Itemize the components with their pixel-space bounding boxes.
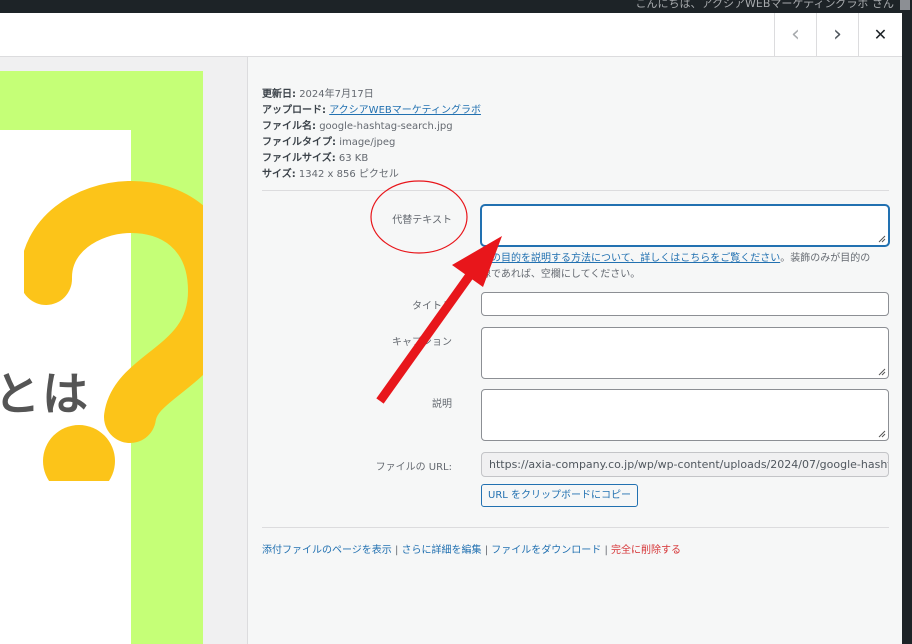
modal-header: ‹ › ✕ [0,13,902,57]
attachment-image: とは [0,71,203,644]
separator: | [601,545,612,556]
file-info: 更新日: 2024年7月17日 アップロード: アクシアWEBマーケティングラボ… [262,87,481,183]
page-edge [902,13,912,644]
description-label: 説明 [432,399,452,410]
avatar[interactable] [900,0,910,10]
updated-value: 2024年7月17日 [299,89,374,100]
next-button[interactable]: › [816,13,858,56]
uploader-link[interactable]: アクシアWEBマーケティングラボ [329,105,481,116]
alt-text-help-rest: 。装飾のみが目的の [780,253,871,264]
close-icon: ✕ [873,24,888,44]
close-button[interactable]: ✕ [858,13,902,56]
previous-button[interactable]: ‹ [774,13,816,56]
dimensions-value: 1342 x 856 ピクセル [298,169,399,180]
copy-url-button[interactable]: URL をクリップボードにコピー [481,484,639,507]
info-updated: 更新日: 2024年7月17日 [262,87,481,103]
info-filetype: ファイルタイプ: image/jpeg [262,135,481,151]
edit-more-details-link[interactable]: さらに詳細を編集 [402,545,482,556]
filesize-label: ファイルサイズ: [262,153,336,164]
separator: | [391,545,402,556]
info-filesize: ファイルサイズ: 63 KB [262,151,481,167]
updated-label: 更新日: [262,89,296,100]
alt-text-input[interactable] [481,205,889,246]
alt-text-help-link[interactable]: 像の目的を説明する方法について、詳しくはこちらをご覧ください [481,253,780,264]
filetype-value: image/jpeg [339,137,396,148]
info-dimensions: サイズ: 1342 x 856 ピクセル [262,167,481,183]
caption-label: キャプション [392,337,452,348]
dimensions-label: サイズ: [262,169,296,180]
download-file-link[interactable]: ファイルをダウンロード [491,545,601,556]
filetype-label: ファイルタイプ: [262,137,336,148]
file-url-input[interactable]: https://axia-company.co.jp/wp/wp-content… [481,452,889,477]
filesize-value: 63 KB [338,153,369,164]
filename-label: ファイル名: [262,121,316,132]
description-textarea[interactable] [481,389,889,441]
question-mark-graphic [24,181,203,481]
chevron-left-icon: ‹ [791,21,800,47]
divider [262,190,889,191]
resize-grip-icon [878,368,886,376]
title-label: タイトル [412,301,452,312]
media-preview-area: とは [0,57,247,644]
chevron-right-icon: › [833,21,842,47]
info-filename: ファイル名: google-hashtag-search.jpg [262,119,481,135]
attachment-actions: 添付ファイルのページを表示 | さらに詳細を編集 | ファイルをダウンロード |… [262,541,681,556]
alt-text-help: 像の目的を説明する方法について、詳しくはこちらをご覧ください。装飾のみが目的の … [481,251,889,283]
uploader-label: アップロード: [262,105,326,116]
delete-permanently-link[interactable]: 完全に削除する [611,545,681,556]
view-attachment-page-link[interactable]: 添付ファイルのページを表示 [262,545,392,556]
filename-value: google-hashtag-search.jpg [319,121,453,132]
info-uploader: アップロード: アクシアWEBマーケティングラボ [262,103,481,119]
admin-greeting[interactable]: こんにちは、アクシアWEBマーケティングラボ さん [636,0,894,11]
caption-textarea[interactable] [481,327,889,379]
file-url-label: ファイルの URL: [375,462,452,473]
title-input[interactable] [481,292,889,316]
alt-text-help-line2: 像であれば、空欄にしてください。 [481,269,641,280]
resize-grip-icon [878,235,886,243]
alt-text-label: 代替テキスト [392,215,452,226]
resize-grip-icon [878,430,886,438]
divider [262,527,889,528]
separator: | [481,545,492,556]
admin-bar: こんにちは、アクシアWEBマーケティングラボ さん [0,0,912,13]
attachment-details: 更新日: 2024年7月17日 アップロード: アクシアWEBマーケティングラボ… [247,57,902,644]
image-caption-text: とは [0,367,90,421]
